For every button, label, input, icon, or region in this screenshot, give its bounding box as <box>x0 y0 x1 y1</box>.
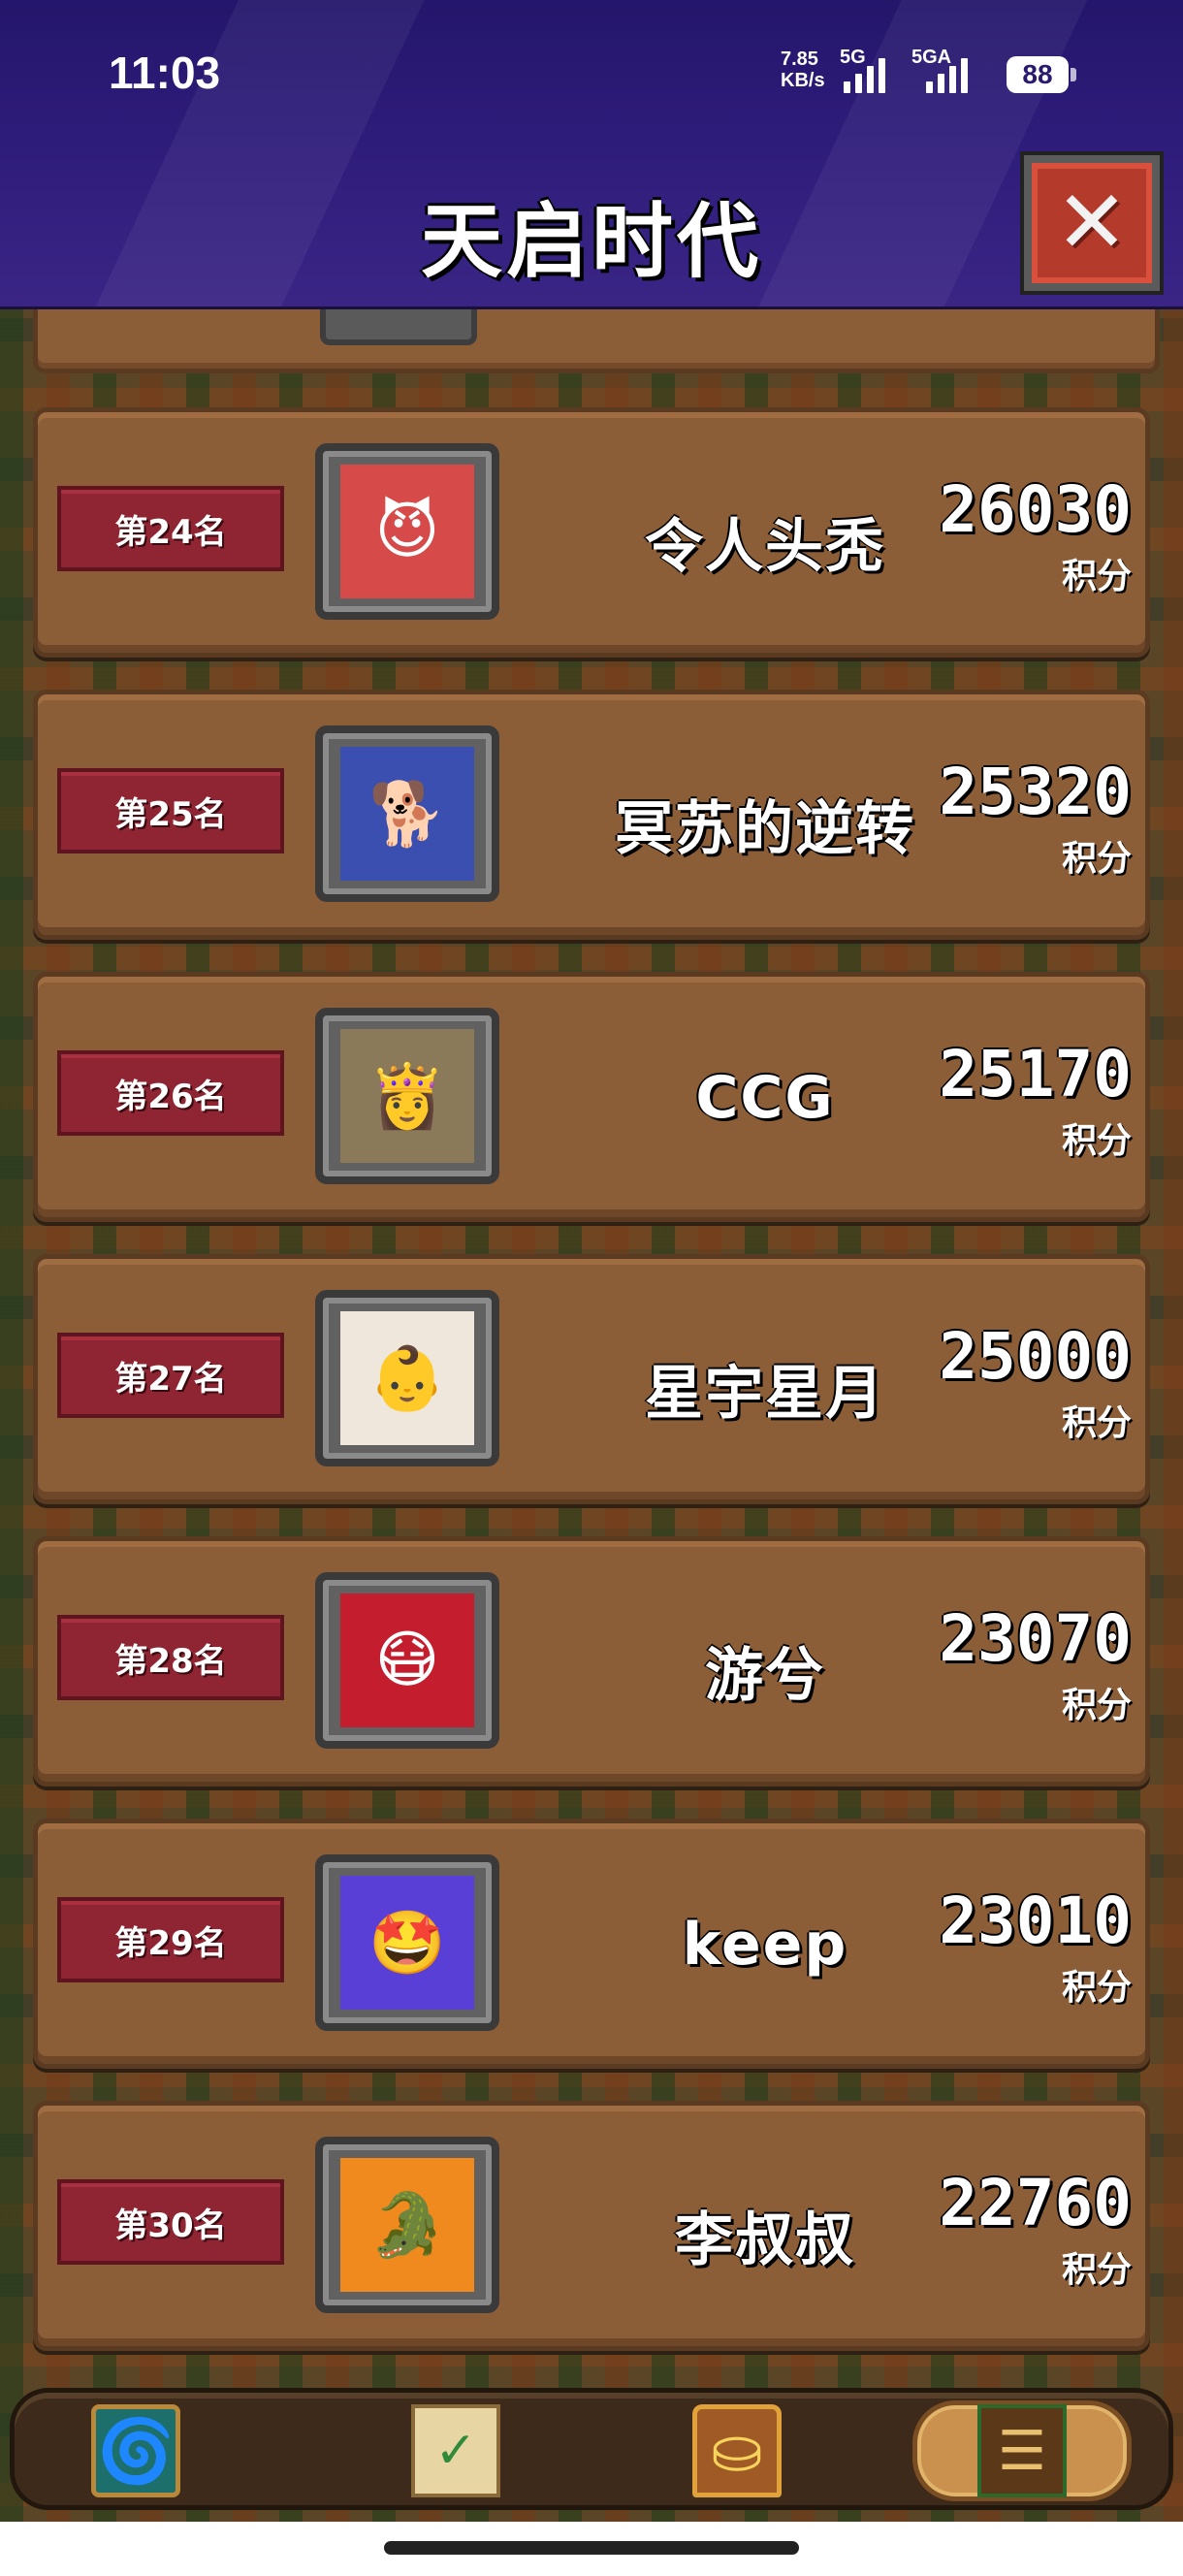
avatar: 🐊 <box>340 2158 474 2292</box>
rank-badge: 第26名 <box>57 1050 284 1136</box>
player-name: 星宇星月 <box>645 1360 885 1428</box>
page-title: 天启时代 <box>420 194 762 289</box>
avatar: 😈 <box>340 465 474 598</box>
avatar-frame[interactable]: 🤩 <box>315 1854 499 2031</box>
treasure-chest-icon: ⛀ <box>692 2404 782 2497</box>
leaderboard-icon: ☰ <box>977 2404 1067 2497</box>
bottom-navigation: 🌀 ✓ ⛀ ☰ <box>10 2388 1173 2510</box>
network-speed: 7.85 KB/s <box>781 48 839 91</box>
ranking-list[interactable]: 第24名 😈 令人头秃 26030 积分 第25名 🐕 冥苏的逆转 25320 … <box>33 407 1150 2383</box>
score-unit: 积分 <box>1061 1403 1132 1443</box>
close-button[interactable]: ✕ <box>1024 155 1160 291</box>
header-bar: 11:03 7.85 KB/s 5G 5GA 88 天启时代 ✕ <box>0 0 1183 309</box>
nav-tasks-button[interactable]: ✓ <box>383 2400 528 2501</box>
ranking-row[interactable]: 第26名 👸 CCG 25170 积分 <box>33 972 1150 1222</box>
score-unit: 积分 <box>1061 2250 1132 2290</box>
player-name: keep <box>682 1911 848 1979</box>
status-time: 11:03 <box>109 48 221 98</box>
score-value: 23070 <box>939 1601 1132 1676</box>
player-name: 冥苏的逆转 <box>615 795 915 863</box>
avatar-frame[interactable]: 😷 <box>315 1572 499 1749</box>
battery-cap-icon <box>1071 68 1076 81</box>
ranking-row[interactable]: 第30名 🐊 李叔叔 22760 积分 <box>33 2101 1150 2351</box>
avatar-frame[interactable]: 😈 <box>315 443 499 620</box>
score-unit: 积分 <box>1061 1686 1132 1725</box>
avatar: 🤩 <box>340 1876 474 2010</box>
score-value: 23010 <box>939 1884 1132 1958</box>
avatar-frame[interactable]: 👶 <box>315 1290 499 1466</box>
score-value: 22760 <box>939 2166 1132 2240</box>
avatar-frame[interactable]: 🐕 <box>315 725 499 902</box>
battery-indicator: 88 <box>1007 56 1069 93</box>
avatar-frame[interactable]: 🐊 <box>315 2137 499 2313</box>
score-unit: 积分 <box>1061 1968 1132 2008</box>
nav-cards-button[interactable]: 🌀 <box>63 2400 208 2501</box>
rank-badge: 第29名 <box>57 1897 284 1982</box>
signal-bars-icon-2 <box>926 54 968 93</box>
rank-badge: 第24名 <box>57 486 284 571</box>
ranking-row[interactable]: 第27名 👶 星宇星月 25000 积分 <box>33 1254 1150 1504</box>
nav-leaderboard-button[interactable]: ☰ <box>912 2400 1132 2501</box>
player-name: CCG <box>695 1064 835 1132</box>
score-value: 25170 <box>939 1037 1132 1111</box>
home-indicator[interactable] <box>384 2541 799 2555</box>
scroll-checklist-icon: ✓ <box>411 2404 500 2497</box>
avatar-frame[interactable]: 👸 <box>315 1008 499 1184</box>
score-value: 25000 <box>939 1319 1132 1394</box>
score-value: 25320 <box>939 755 1132 829</box>
score-unit: 积分 <box>1061 839 1132 879</box>
signal-bars-icon <box>844 54 885 93</box>
avatar: 😷 <box>340 1594 474 1727</box>
ranking-row[interactable]: 第29名 🤩 keep 23010 积分 <box>33 1819 1150 2069</box>
ranking-row[interactable]: 第24名 😈 令人头秃 26030 积分 <box>33 407 1150 658</box>
score-value: 26030 <box>939 472 1132 547</box>
avatar: 👶 <box>340 1311 474 1445</box>
score-unit: 积分 <box>1061 1121 1132 1161</box>
rank-badge: 第27名 <box>57 1333 284 1418</box>
rank-badge: 第30名 <box>57 2179 284 2265</box>
ranking-row[interactable]: 第25名 🐕 冥苏的逆转 25320 积分 <box>33 690 1150 940</box>
close-x-icon: ✕ <box>1055 172 1129 274</box>
avatar: 🐕 <box>340 747 474 881</box>
avatar: 👸 <box>340 1029 474 1163</box>
nav-chest-button[interactable]: ⛀ <box>664 2400 810 2501</box>
player-name: 令人头秃 <box>645 513 885 581</box>
ranking-row[interactable]: 第28名 😷 游兮 23070 积分 <box>33 1536 1150 1787</box>
network-speed-unit: KB/s <box>781 70 825 91</box>
spiral-card-icon: 🌀 <box>91 2404 180 2497</box>
network-speed-value: 7.85 <box>781 48 818 70</box>
player-name: 游兮 <box>705 1642 825 1710</box>
rank-badge: 第25名 <box>57 768 284 853</box>
score-unit: 积分 <box>1061 557 1132 596</box>
rank-badge: 第28名 <box>57 1615 284 1700</box>
player-name: 李叔叔 <box>675 2206 855 2274</box>
